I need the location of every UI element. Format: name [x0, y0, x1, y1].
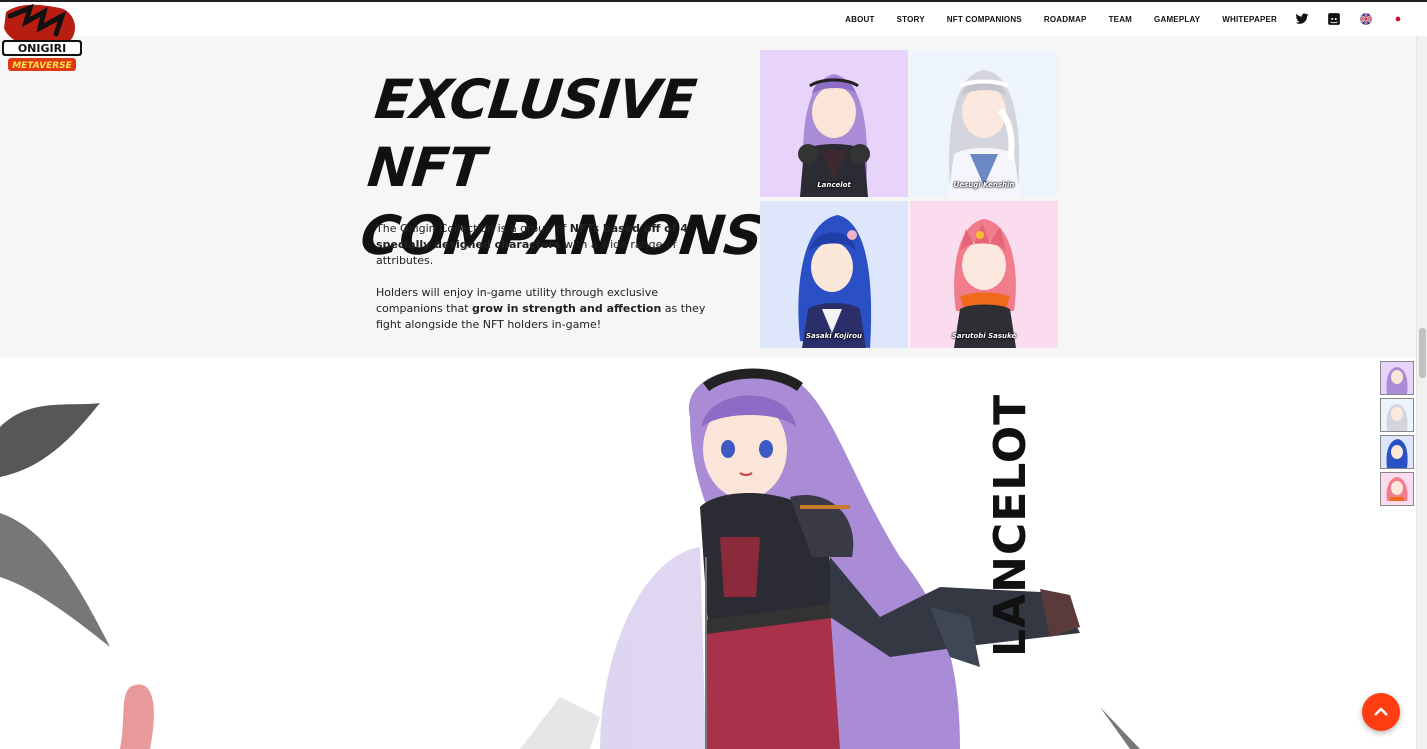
uesugi-kenshin-portrait: [948, 70, 1020, 197]
section-description: The Onigiri Collection is a group of NFT…: [376, 221, 721, 349]
companion-grid: Lancelot Uesugi Kenshin Sasaki Kojirou S…: [760, 50, 1058, 348]
description-paragraph-2: Holders will enjoy in-game utility throu…: [376, 286, 706, 331]
nav-nft-companions[interactable]: NFT COMPANIONS: [947, 15, 1022, 24]
nav-about[interactable]: ABOUT: [845, 15, 874, 24]
onigiri-logo[interactable]: ONIGIRI METAVERSE: [0, 2, 84, 74]
companion-card-uesugi-kenshin[interactable]: Uesugi Kenshin: [910, 50, 1058, 197]
card-label: Lancelot: [817, 181, 851, 189]
main-nav: ABOUT STORY NFT COMPANIONS ROADMAP TEAM …: [823, 12, 1405, 26]
lancelot-portrait: [798, 74, 870, 197]
character-hero-section: LANCELOT: [0, 357, 1416, 749]
sarutobi-sasuke-portrait: [954, 219, 1016, 348]
japan-flag-icon[interactable]: [1391, 12, 1405, 26]
nav-story[interactable]: STORY: [897, 15, 925, 24]
companion-card-lancelot[interactable]: Lancelot: [760, 50, 908, 197]
nav-roadmap[interactable]: ROADMAP: [1044, 15, 1087, 24]
thumb-sasaki-kojirou[interactable]: [1380, 435, 1414, 469]
hero-character-name: LANCELOT: [985, 393, 1036, 657]
thumb-lancelot[interactable]: [1380, 361, 1414, 395]
character-hero-art: [0, 368, 1140, 749]
logo-subtitle: METAVERSE: [12, 61, 72, 71]
logo-title: ONIGIRI: [18, 42, 66, 55]
uk-flag-icon[interactable]: [1359, 12, 1373, 26]
chevron-up-icon: [1374, 707, 1388, 716]
card-label: Uesugi Kenshin: [953, 181, 1015, 189]
description-paragraph-1: The Onigiri Collection is a group of NFT…: [376, 222, 689, 267]
nav-whitepaper[interactable]: WHITEPAPER: [1222, 15, 1277, 24]
scrollbar-thumb[interactable]: [1419, 328, 1426, 378]
nav-gameplay[interactable]: GAMEPLAY: [1154, 15, 1200, 24]
nav-team[interactable]: TEAM: [1109, 15, 1132, 24]
back-to-top-button[interactable]: [1362, 693, 1400, 731]
sasaki-kojirou-portrait: [798, 215, 872, 348]
twitter-icon[interactable]: [1295, 12, 1309, 26]
headline-line-1: EXCLUSIVE NFT: [364, 68, 699, 199]
character-thumbnail-list: [1380, 361, 1414, 509]
card-label: Sarutobi Sasuke: [951, 332, 1017, 340]
top-navbar: ABOUT STORY NFT COMPANIONS ROADMAP TEAM …: [0, 0, 1427, 36]
card-label: Sasaki Kojirou: [805, 332, 863, 340]
discord-icon[interactable]: [1327, 12, 1341, 26]
thumb-sarutobi-sasuke[interactable]: [1380, 472, 1414, 506]
companion-card-sarutobi-sasuke[interactable]: Sarutobi Sasuke: [910, 201, 1058, 348]
page-scrollbar[interactable]: [1416, 36, 1427, 749]
companion-card-sasaki-kojirou[interactable]: Sasaki Kojirou: [760, 201, 908, 348]
thumb-uesugi-kenshin[interactable]: [1380, 398, 1414, 432]
